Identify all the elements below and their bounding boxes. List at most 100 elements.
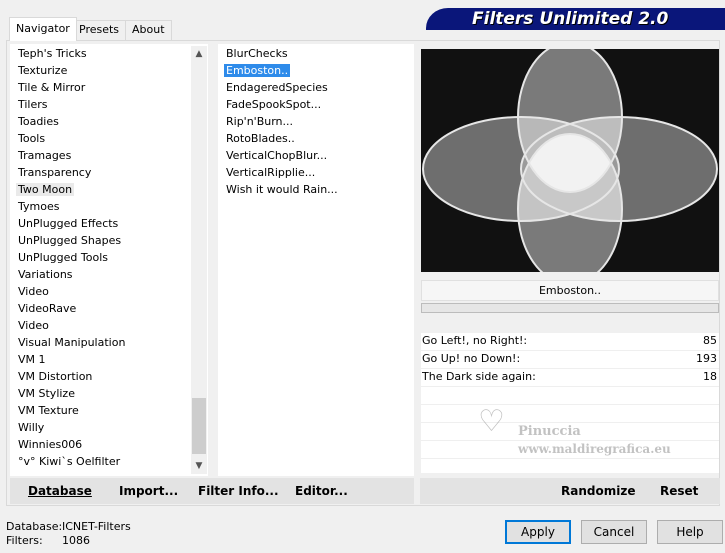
product-banner: Filters Unlimited 2.0	[426, 8, 725, 30]
category-label: Texturize	[18, 64, 68, 77]
filter-label: Wish it would Rain...	[226, 183, 338, 196]
slider-label: Go Up! no Down!:	[422, 352, 521, 365]
slider-value: 85	[703, 334, 717, 347]
category-item[interactable]: Transparency	[16, 164, 93, 181]
filter-info-button[interactable]: Filter Info...	[198, 478, 279, 504]
category-label: Toadies	[18, 115, 59, 128]
filter-item[interactable]: Emboston..	[224, 62, 291, 79]
tab-about[interactable]: About	[125, 20, 172, 40]
filter-list[interactable]: BlurChecks Emboston.. EndageredSpecies Fade…	[218, 44, 414, 476]
filter-name-display: Emboston..	[421, 280, 719, 301]
tab-presets[interactable]: Presets	[72, 20, 127, 40]
category-item[interactable]: UnPlugged Shapes	[16, 232, 123, 249]
category-item[interactable]: VM Distortion	[16, 368, 94, 385]
filter-item[interactable]: FadeSpookSpot...	[224, 96, 323, 113]
category-label: VM Stylize	[18, 387, 75, 400]
category-item[interactable]: VM Texture	[16, 402, 81, 419]
category-item[interactable]: Teph's Tricks	[16, 45, 89, 62]
category-item[interactable]: Willy	[16, 419, 46, 436]
filter-item[interactable]: Rip'n'Burn...	[224, 113, 295, 130]
category-item[interactable]: Tramages	[16, 147, 73, 164]
filter-label: BlurChecks	[226, 47, 288, 60]
filter-preview-image	[421, 41, 719, 285]
category-item[interactable]: Texturize	[16, 62, 69, 79]
watermark-heart-icon: ♡	[478, 404, 505, 439]
category-label: UnPlugged Shapes	[18, 234, 122, 247]
category-label: Teph's Tricks	[18, 47, 87, 60]
filter-item[interactable]: RotoBlades..	[224, 130, 297, 147]
slider-dark-side[interactable]: The Dark side again: 18	[421, 369, 719, 387]
editor-button[interactable]: Editor...	[295, 478, 348, 504]
filter-label: VerticalChopBlur...	[226, 149, 328, 162]
category-scrollbar[interactable]: ▲ ▼	[191, 46, 207, 474]
category-item[interactable]: Video	[16, 283, 51, 300]
category-label: Winnies006	[18, 438, 83, 451]
category-label: Willy	[18, 421, 45, 434]
category-label: UnPlugged Tools	[18, 251, 108, 264]
reset-button[interactable]: Reset	[660, 478, 698, 504]
scroll-down-arrow-icon[interactable]: ▼	[191, 458, 207, 474]
category-item[interactable]: UnPlugged Effects	[16, 215, 120, 232]
randomize-button[interactable]: Randomize	[561, 478, 635, 504]
category-label: Tools	[18, 132, 46, 145]
apply-button[interactable]: Apply	[505, 520, 571, 544]
category-label: VM Texture	[18, 404, 79, 417]
category-label: VM Distortion	[18, 370, 93, 383]
category-label: Visual Manipulation	[18, 336, 126, 349]
category-item[interactable]: Two Moon	[16, 181, 75, 198]
status-filters: Filters: 1086	[6, 534, 90, 547]
category-label: Two Moon	[16, 183, 75, 196]
scroll-up-arrow-icon[interactable]: ▲	[191, 46, 207, 62]
slider-label: The Dark side again:	[422, 370, 536, 383]
slider-go-up[interactable]: Go Up! no Down!: 193	[421, 351, 719, 369]
database-label: Database:	[6, 520, 63, 533]
help-button[interactable]: Help	[657, 520, 723, 544]
filters-label: Filters:	[6, 534, 43, 547]
slider-value: 18	[703, 370, 717, 383]
database-value: ICNET-Filters	[62, 520, 131, 533]
category-label: Tile & Mirror	[18, 81, 86, 94]
filter-label: Emboston..	[224, 64, 291, 77]
category-label: Tymoes	[18, 200, 60, 213]
scroll-thumb[interactable]	[192, 398, 206, 454]
import-button[interactable]: Import...	[119, 478, 178, 504]
category-label: Variations	[18, 268, 73, 281]
status-database: Database:ICNET-Filters	[6, 520, 131, 533]
category-item[interactable]: VM 1	[16, 351, 48, 368]
category-label: Tramages	[18, 149, 72, 162]
slider-go-left[interactable]: Go Left!, no Right!: 85	[421, 333, 719, 351]
category-item[interactable]: Tymoes	[16, 198, 61, 215]
watermark-line2: www.maldiregrafica.eu	[518, 442, 671, 456]
category-item[interactable]: Winnies006	[16, 436, 84, 453]
category-item[interactable]: UnPlugged Tools	[16, 249, 110, 266]
filter-item[interactable]: Wish it would Rain...	[224, 181, 340, 198]
category-item[interactable]: Visual Manipulation	[16, 334, 127, 351]
category-item[interactable]: Video	[16, 317, 51, 334]
cancel-button[interactable]: Cancel	[581, 520, 647, 544]
slider-value: 193	[696, 352, 717, 365]
slider-empty	[421, 405, 719, 423]
category-item[interactable]: Tile & Mirror	[16, 79, 87, 96]
category-label: Transparency	[18, 166, 92, 179]
watermark-line1: Pinuccia	[518, 424, 581, 439]
category-item[interactable]: VideoRave	[16, 300, 78, 317]
category-item[interactable]: Tools	[16, 130, 47, 147]
category-item[interactable]: °v° Kiwi`s Oelfilter	[16, 453, 122, 470]
filter-label: FadeSpookSpot...	[226, 98, 322, 111]
filter-item[interactable]: VerticalRipplie...	[224, 164, 317, 181]
category-label: VM 1	[18, 353, 46, 366]
filter-label: Rip'n'Burn...	[226, 115, 294, 128]
category-label: UnPlugged Effects	[18, 217, 119, 230]
slider-empty	[421, 387, 719, 405]
filter-item[interactable]: EndageredSpecies	[224, 79, 330, 96]
category-list[interactable]: Teph's Tricks Texturize Tile & Mirror Tiler…	[10, 44, 208, 476]
filter-item[interactable]: VerticalChopBlur...	[224, 147, 329, 164]
category-item[interactable]: Toadies	[16, 113, 61, 130]
left-button-bar: Database Import... Filter Info... Editor…	[10, 478, 414, 504]
database-button[interactable]: Database	[28, 478, 92, 504]
filter-item[interactable]: BlurChecks	[224, 45, 290, 62]
category-item[interactable]: Tilers	[16, 96, 50, 113]
category-item[interactable]: Variations	[16, 266, 75, 283]
category-item[interactable]: VM Stylize	[16, 385, 77, 402]
tab-navigator[interactable]: Navigator	[9, 17, 77, 41]
